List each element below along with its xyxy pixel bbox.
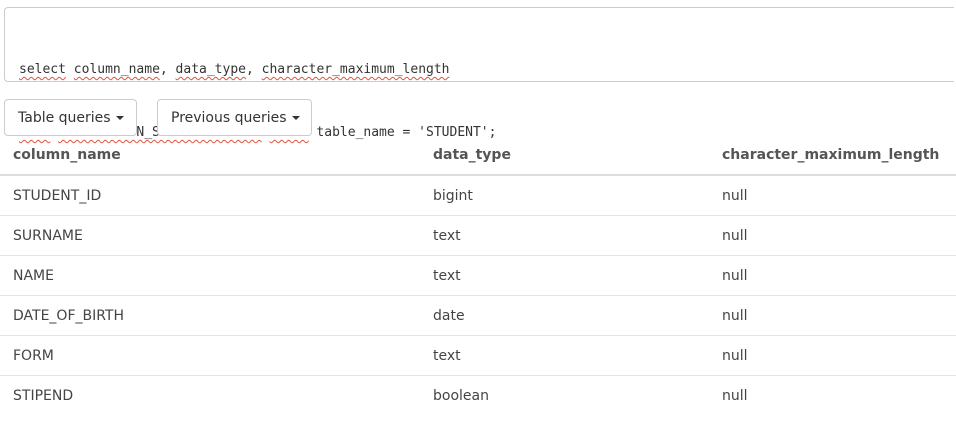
table-cell: NAME: [0, 255, 420, 296]
table-cell: text: [420, 215, 709, 256]
table-cell: text: [420, 335, 709, 376]
table-row: NAME text null: [0, 255, 956, 296]
table-cell: bigint: [420, 175, 709, 216]
table-cell: null: [709, 255, 956, 296]
table-cell: null: [709, 295, 956, 336]
table-cell: DATE_OF_BIRTH: [0, 295, 420, 336]
query-page: select column_name, data_type, character…: [0, 0, 956, 429]
column-header: column_name: [0, 136, 420, 176]
results-table: column_name data_type character_maximum_…: [0, 136, 956, 415]
sql-line-1: select column_name, data_type, character…: [19, 59, 940, 80]
table-cell: null: [709, 175, 956, 216]
previous-queries-dropdown-button[interactable]: Previous queries: [157, 99, 312, 136]
table-row: FORM text null: [0, 335, 956, 376]
table-row: STUDENT_ID bigint null: [0, 175, 956, 216]
column-header: character_maximum_length: [709, 136, 956, 176]
column-header: data_type: [420, 136, 709, 176]
sql-token: data_type: [175, 62, 246, 77]
sql-token: select: [19, 62, 66, 77]
table-queries-label: Table queries: [18, 109, 111, 126]
sql-token: column_name: [73, 62, 160, 77]
sql-token: character_maximum_length: [261, 62, 450, 77]
table-cell: FORM: [0, 335, 420, 376]
table-cell: STIPEND: [13, 387, 74, 404]
table-queries-dropdown-button[interactable]: Table queries: [4, 99, 137, 136]
table-cell: SURNAME: [0, 215, 420, 256]
table-row: STIPEND boolean null: [0, 376, 956, 416]
sql-token: ,: [246, 62, 262, 77]
sql-token: ,: [159, 62, 176, 77]
table-cell: date: [420, 295, 709, 336]
caret-down-icon: [291, 115, 300, 120]
table-cell: null: [722, 387, 748, 404]
table-cell: null: [709, 335, 956, 376]
table-cell: text: [420, 255, 709, 296]
table-row: SURNAME text null: [0, 215, 956, 256]
table-cell: boolean: [433, 387, 489, 404]
caret-down-icon: [115, 115, 124, 120]
header-row: column_name data_type character_maximum_…: [0, 136, 956, 176]
table-row: DATE_OF_BIRTH date null: [0, 295, 956, 336]
table-cell: STUDENT_ID: [0, 175, 420, 216]
previous-queries-label: Previous queries: [171, 109, 287, 126]
sql-query-editor[interactable]: select column_name, data_type, character…: [4, 7, 954, 140]
table-cell: null: [709, 215, 956, 256]
